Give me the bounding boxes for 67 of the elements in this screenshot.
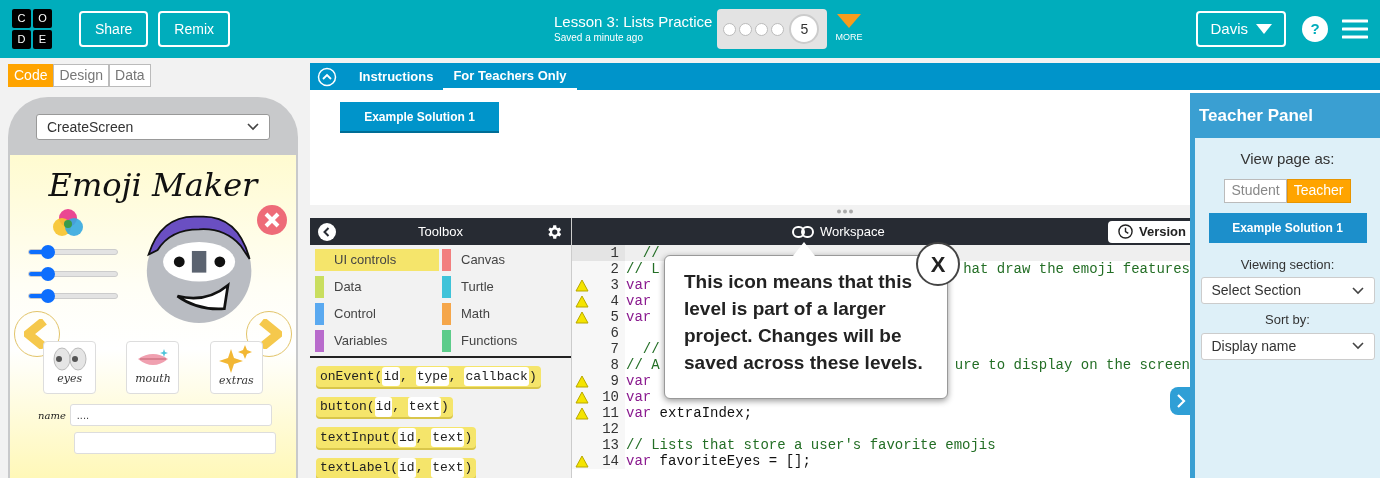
code-text: favoriteEyes = [];	[658, 451, 811, 471]
category-item[interactable]: Variables	[315, 330, 439, 352]
chevron-right-icon	[256, 319, 282, 349]
mode-tab[interactable]: Design	[53, 64, 110, 87]
link-icon	[792, 225, 814, 238]
name-field[interactable]: ....	[69, 404, 272, 426]
workspace-title: Workspace	[820, 222, 885, 241]
chevron-right-icon	[1176, 393, 1186, 409]
chevron-down-icon	[1351, 342, 1364, 350]
code-block[interactable]: button(id, text)	[316, 396, 453, 417]
screen-select[interactable]: CreateScreen	[36, 114, 270, 140]
code-keyword: var	[626, 451, 652, 471]
code-comment: // Lists that store a user's favorite emojis	[626, 435, 996, 454]
feature-option-button[interactable]: mouth	[126, 341, 180, 394]
lesson-title: Lesson 3: Lists Practice	[554, 13, 713, 31]
feature-option-button[interactable]: extras	[209, 341, 263, 394]
category-item[interactable]: Control	[315, 303, 439, 325]
collapse-up-icon[interactable]	[317, 66, 337, 87]
chevron-left-icon	[24, 319, 50, 349]
mode-tab[interactable]: Data	[109, 64, 151, 87]
code-block[interactable]: textLabel(id, text)	[316, 457, 477, 478]
resize-handle-icon[interactable]	[836, 209, 854, 214]
text-field[interactable]	[74, 432, 276, 454]
chevron-down-icon	[1351, 286, 1364, 295]
screen-name: CreateScreen	[47, 117, 134, 137]
level-bubble[interactable]: 5	[789, 14, 820, 44]
collapse-icon[interactable]	[318, 222, 336, 241]
eyes-icon	[52, 347, 87, 372]
category-item[interactable]: Turtle	[442, 276, 566, 298]
color-wheel-icon[interactable]	[52, 207, 84, 239]
slider-thumb[interactable]	[41, 289, 56, 303]
logo-letter: C	[12, 9, 31, 28]
section-label: Viewing section:	[1240, 255, 1335, 274]
feature-option-button[interactable]: eyes	[43, 341, 97, 394]
logo-letter: D	[12, 30, 31, 49]
sparkles-icon	[219, 345, 254, 374]
toolbox-title: Toolbox	[418, 222, 463, 241]
view-as-label: View page as:	[1240, 149, 1335, 169]
example-solution-button[interactable]: Example Solution 1	[1208, 212, 1367, 243]
category-item[interactable]: Functions	[442, 330, 566, 352]
app-title: Emoji Maker	[48, 165, 258, 205]
name-label: name	[38, 408, 66, 423]
slider-thumb[interactable]	[41, 245, 56, 259]
logo-letter: O	[33, 9, 52, 28]
code-block[interactable]: textInput(id, text)	[316, 427, 477, 448]
save-status: Saved a minute ago	[554, 31, 644, 45]
caret-icon	[1256, 24, 1272, 34]
chevron-down-icon	[247, 123, 259, 131]
logo-letter: E	[33, 30, 52, 49]
version-history-button[interactable]: Version	[1108, 220, 1190, 243]
menu-icon[interactable]	[1342, 18, 1368, 40]
category-item[interactable]: Canvas	[442, 249, 566, 271]
sort-select[interactable]: Display name	[1200, 332, 1375, 360]
code-text: extraIndex;	[658, 403, 753, 423]
category-item[interactable]: Math	[442, 303, 566, 325]
teacher-panel-title: Teacher Panel	[1199, 104, 1314, 127]
close-icon[interactable]	[257, 205, 287, 235]
slider-thumb[interactable]	[41, 267, 56, 281]
view-as-toggle[interactable]: Student	[1224, 178, 1287, 203]
code-block[interactable]: onEvent(id, type, callback)	[316, 366, 541, 387]
section-select[interactable]: Select Section	[1200, 277, 1375, 304]
logo[interactable]: C O D E	[12, 9, 52, 49]
code-comment: hat draw the emoji features	[963, 259, 1190, 279]
code-comment: ure to display on the screen	[954, 355, 1190, 375]
clock-icon	[1118, 224, 1134, 239]
category-item[interactable]: Data	[315, 276, 439, 298]
sort-label: Sort by:	[1265, 311, 1310, 329]
